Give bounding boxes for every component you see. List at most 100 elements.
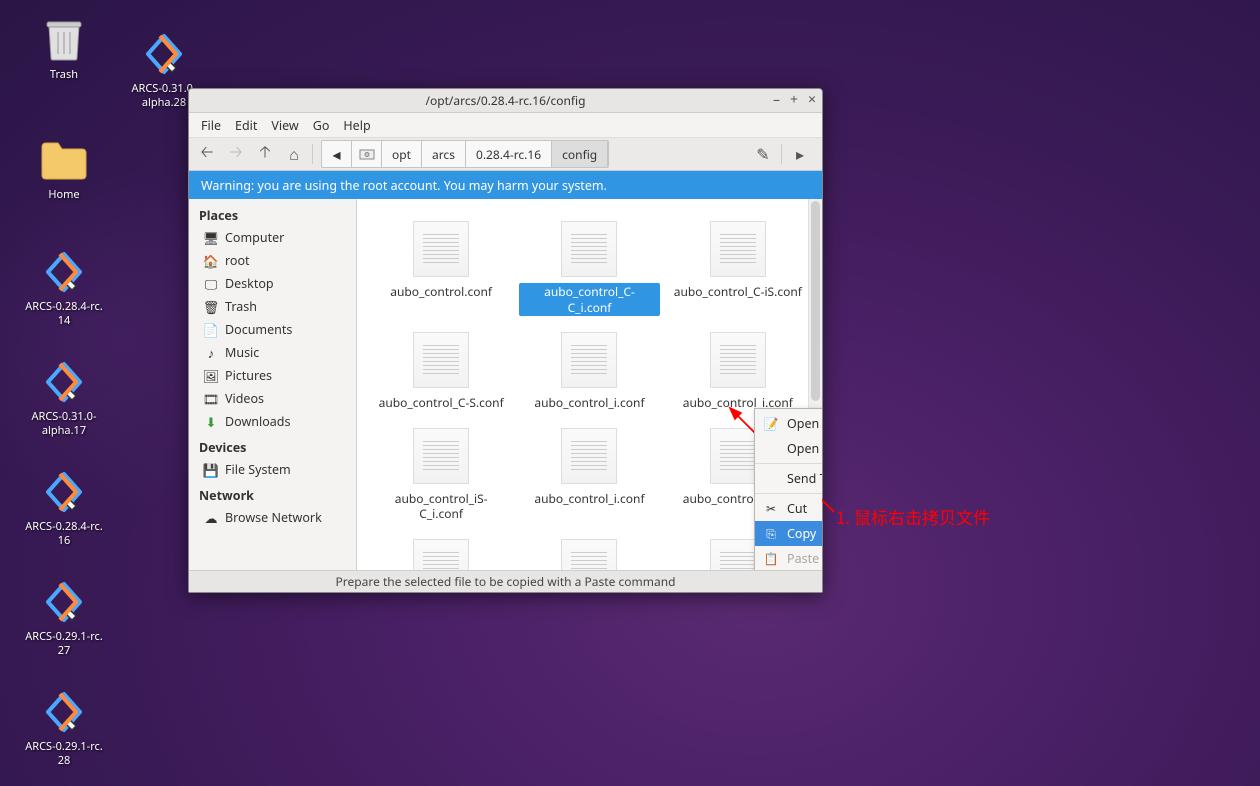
- file-thumb-icon: [413, 428, 469, 484]
- close-button[interactable]: ×: [808, 93, 816, 107]
- edit-path-button[interactable]: ✎: [749, 140, 777, 168]
- arcs-icon: [40, 578, 88, 626]
- toolbar-separator: [781, 144, 782, 164]
- file-thumb-icon: [413, 539, 469, 570]
- file-item[interactable]: aubo_control.conf: [367, 213, 515, 324]
- sidebar-item-desktop[interactable]: 🖵Desktop: [189, 272, 356, 295]
- arcs-icon: [140, 30, 188, 78]
- crumb-opt[interactable]: opt: [382, 141, 422, 167]
- sidebar-header-devices: Devices: [189, 433, 356, 458]
- menubar: File Edit View Go Help: [189, 113, 822, 137]
- download-icon: ⬇: [203, 414, 219, 430]
- file-manager-window: /opt/arcs/0.28.4-rc.16/config – + × File…: [188, 88, 823, 593]
- file-item[interactable]: [367, 531, 515, 570]
- crumb-forward[interactable]: ▸: [786, 140, 814, 168]
- sidebar-header-network: Network: [189, 481, 356, 506]
- ctx-separator: [755, 493, 822, 494]
- desktop-icon-arcs-2[interactable]: ARCS-0.28.4-rc. 14: [24, 248, 104, 329]
- sidebar-item-pictures[interactable]: 🖼Pictures: [189, 364, 356, 387]
- ctx-cut[interactable]: ✂Cut: [755, 496, 822, 521]
- computer-icon: 🖥: [203, 230, 219, 246]
- disk-icon: 💾: [203, 462, 219, 478]
- file-item[interactable]: aubo_control_iS- C_i.conf: [367, 420, 515, 531]
- pictures-icon: 🖼: [203, 368, 219, 384]
- context-menu: 📝Open With "Mousepad" Open With▶ Send To…: [754, 408, 822, 570]
- music-icon: ♪: [203, 345, 219, 361]
- documents-icon: 📄: [203, 322, 219, 338]
- ctx-open-with[interactable]: Open With▶: [755, 436, 822, 461]
- file-thumb-icon: [561, 428, 617, 484]
- crumb-version[interactable]: 0.28.4-rc.16: [466, 141, 552, 167]
- window-title: /opt/arcs/0.28.4-rc.16/config: [426, 92, 586, 109]
- back-button[interactable]: 🡠: [193, 140, 221, 168]
- crumb-config[interactable]: config: [552, 141, 608, 167]
- scrollbar-thumb[interactable]: [811, 201, 820, 401]
- file-item[interactable]: aubo_control_i.conf: [515, 324, 663, 420]
- sidebar-item-documents[interactable]: 📄Documents: [189, 318, 356, 341]
- sidebar-item-filesystem[interactable]: 💾File System: [189, 458, 356, 481]
- file-item[interactable]: aubo_control_i.conf: [515, 420, 663, 531]
- menu-edit[interactable]: Edit: [235, 117, 257, 134]
- statusbar-text: Prepare the selected file to be copied w…: [336, 573, 676, 590]
- mousepad-icon: 📝: [763, 416, 779, 432]
- menu-help[interactable]: Help: [343, 117, 370, 134]
- menu-file[interactable]: File: [201, 117, 221, 134]
- crumb-back[interactable]: ◂: [322, 141, 352, 167]
- sidebar-item-downloads[interactable]: ⬇Downloads: [189, 410, 356, 433]
- statusbar: Prepare the selected file to be copied w…: [189, 570, 822, 592]
- paste-icon: 📋: [763, 551, 779, 567]
- trash-icon: 🗑: [203, 299, 219, 315]
- up-button[interactable]: 🡡: [251, 140, 279, 168]
- menu-view[interactable]: View: [271, 117, 298, 134]
- arcs-icon: [40, 248, 88, 296]
- file-item[interactable]: aubo_control_C-S.conf: [367, 324, 515, 420]
- minimize-button[interactable]: –: [773, 93, 780, 107]
- sidebar-item-trash[interactable]: 🗑Trash: [189, 295, 356, 318]
- file-view[interactable]: aubo_control.conf aubo_control_C-C_i.con…: [357, 199, 822, 570]
- desktop-icon-label: ARCS-0.31.0- alpha.17: [24, 410, 104, 439]
- ctx-copy[interactable]: ⎘Copy: [755, 521, 822, 546]
- desktop-icon-label: ARCS-0.29.1-rc. 27: [24, 630, 104, 659]
- home-button[interactable]: ⌂: [280, 140, 308, 168]
- file-thumb-icon: [413, 332, 469, 388]
- copy-icon: ⎘: [763, 526, 779, 542]
- sidebar-item-browse-network[interactable]: ☁Browse Network: [189, 506, 356, 529]
- arcs-icon: [40, 688, 88, 736]
- home-icon: 🏠: [203, 253, 219, 269]
- trash-icon: [40, 16, 88, 64]
- desktop-icon-trash[interactable]: Trash: [24, 16, 104, 82]
- file-thumb-icon: [413, 221, 469, 277]
- desktop-icon-label: Trash: [24, 68, 104, 82]
- arcs-icon: [40, 468, 88, 516]
- desktop-icon-arcs-3[interactable]: ARCS-0.31.0- alpha.17: [24, 358, 104, 439]
- file-thumb-icon: [561, 332, 617, 388]
- menu-go[interactable]: Go: [313, 117, 330, 134]
- desktop-icon-arcs-5[interactable]: ARCS-0.29.1-rc. 27: [24, 578, 104, 659]
- folder-icon: [40, 136, 88, 184]
- ctx-send-to[interactable]: Send To▶: [755, 466, 822, 491]
- desktop-icon-arcs-6[interactable]: ARCS-0.29.1-rc. 28: [24, 688, 104, 769]
- forward-button[interactable]: 🡢: [222, 140, 250, 168]
- window-titlebar[interactable]: /opt/arcs/0.28.4-rc.16/config – + ×: [189, 89, 822, 113]
- file-item[interactable]: aubo_control_C-iS.conf: [664, 213, 812, 324]
- file-thumb-icon: [561, 539, 617, 570]
- ctx-paste: 📋Paste: [755, 546, 822, 570]
- sidebar-item-computer[interactable]: 🖥Computer: [189, 226, 356, 249]
- annotation-text: 1. 鼠标右击拷贝文件: [836, 504, 990, 529]
- desktop-icon-arcs-4[interactable]: ARCS-0.28.4-rc. 16: [24, 468, 104, 549]
- root-warning-bar: Warning: you are using the root account.…: [189, 171, 822, 199]
- file-item[interactable]: aubo_control_i.conf: [664, 324, 812, 420]
- crumb-root[interactable]: [352, 141, 382, 167]
- toolbar: 🡠 🡢 🡡 ⌂ ◂ opt arcs 0.28.4-rc.16 config ✎…: [189, 137, 822, 171]
- ctx-open-with-app[interactable]: 📝Open With "Mousepad": [755, 411, 822, 436]
- sidebar-item-videos[interactable]: 🎞Videos: [189, 387, 356, 410]
- sidebar-item-music[interactable]: ♪Music: [189, 341, 356, 364]
- file-item[interactable]: [515, 531, 663, 570]
- maximize-button[interactable]: +: [790, 93, 798, 107]
- file-thumb-icon: [710, 221, 766, 277]
- desktop-icon-home[interactable]: Home: [24, 136, 104, 202]
- desktop-icon-label: Home: [24, 188, 104, 202]
- file-item[interactable]: aubo_control_C-C_i.conf: [515, 213, 663, 324]
- crumb-arcs[interactable]: arcs: [422, 141, 466, 167]
- sidebar-item-root[interactable]: 🏠root: [189, 249, 356, 272]
